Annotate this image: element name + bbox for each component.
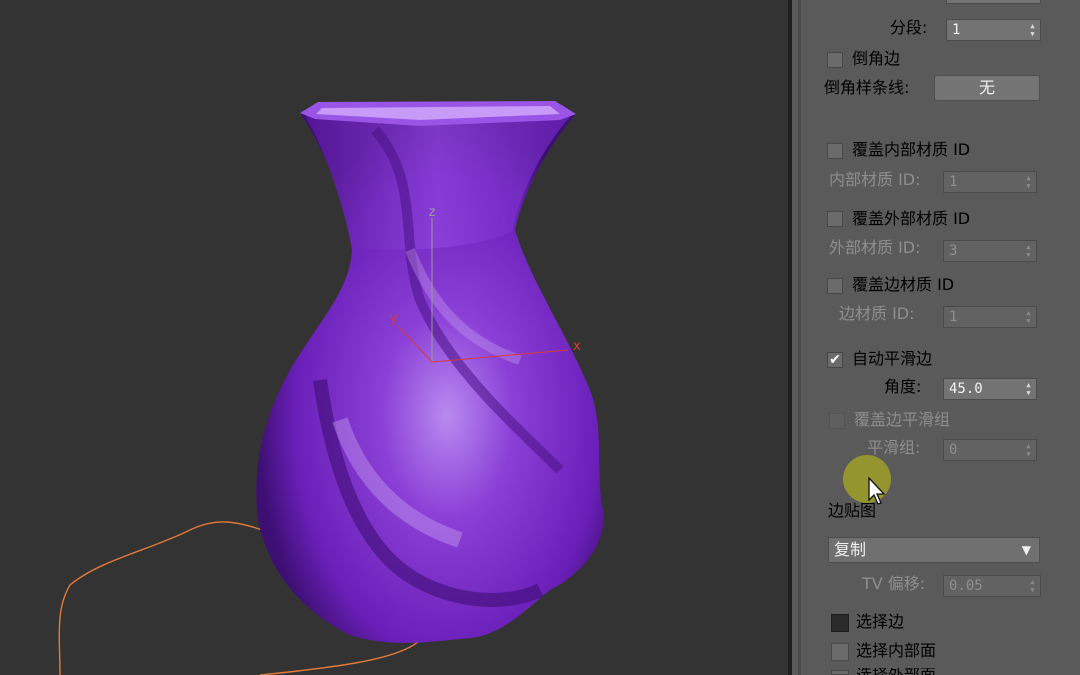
edge-mapping-selected: 复制 <box>834 540 867 559</box>
select-edges-swatch[interactable] <box>831 614 849 632</box>
spinner-arrows-icon[interactable]: ▲ ▼ <box>1028 22 1037 38</box>
select-edges-label[interactable]: 选择边 <box>856 612 904 632</box>
tv-offset-spinner[interactable]: 0.05 ▲ ▼ <box>943 575 1041 597</box>
override-edge-mat-label: 覆盖边材质 ID <box>852 275 955 294</box>
bevel-spline-button[interactable]: 无 <box>934 75 1040 101</box>
outer-mat-id-spinner[interactable]: 3 ▲ ▼ <box>943 240 1037 262</box>
inner-mat-id-label: 内部材质 ID: <box>829 170 921 189</box>
axis-y-label: y <box>390 311 398 326</box>
bevel-edge-checkbox[interactable] <box>827 52 843 68</box>
spinner-arrows-icon[interactable]: ▲ ▼ <box>1024 174 1033 190</box>
tv-offset-value: 0.05 <box>949 578 983 594</box>
axis-x-label: x <box>573 339 581 354</box>
spinner-arrows-icon[interactable]: ▲ ▼ <box>1024 381 1033 397</box>
angle-value: 45.0 <box>949 381 983 397</box>
edge-mat-id-value: 1 <box>949 309 958 325</box>
dropdown-arrow-icon: ▼ <box>1021 543 1031 557</box>
spinner-arrows-icon[interactable]: ▲ ▼ <box>1024 243 1033 259</box>
spinner-arrows-icon[interactable]: ▲ ▼ <box>1028 578 1037 594</box>
edge-mapping-dropdown[interactable]: 复制 ▼ <box>828 537 1040 563</box>
select-outer-swatch[interactable] <box>831 670 849 675</box>
tv-offset-label: TV 偏移: <box>862 574 926 593</box>
command-panel <box>792 0 1080 675</box>
override-edge-mat-checkbox[interactable] <box>827 278 843 294</box>
segments-label: 分段: <box>890 18 928 37</box>
angle-spinner[interactable]: 45.0 ▲ ▼ <box>943 378 1037 400</box>
auto-smooth-checkbox[interactable]: ✔ <box>827 352 843 368</box>
spinner-arrows-icon[interactable]: ▲ ▼ <box>1024 442 1033 458</box>
smooth-group-value: 0 <box>949 442 958 458</box>
override-inner-mat-checkbox[interactable] <box>827 143 843 159</box>
bevel-spline-label: 倒角样条线: <box>824 78 910 97</box>
override-smooth-group-label: 覆盖边平滑组 <box>854 410 951 429</box>
edge-mat-id-label: 边材质 ID: <box>839 304 915 323</box>
angle-label: 角度: <box>884 377 922 396</box>
auto-smooth-label: 自动平滑边 <box>852 349 933 368</box>
select-inner-swatch[interactable] <box>831 643 849 661</box>
outer-mat-id-label: 外部材质 ID: <box>829 238 921 257</box>
viewport-scene: z x y <box>58 101 604 675</box>
axis-z-label: z <box>429 205 436 220</box>
select-outer-label[interactable]: 选择外部面 <box>856 668 936 675</box>
edge-mapping-title: 边贴图 <box>828 501 877 520</box>
bevel-edge-label: 倒角边 <box>852 49 901 68</box>
spinner-arrows-icon[interactable]: ▲ ▼ <box>1024 309 1033 325</box>
override-smooth-group-checkbox[interactable] <box>829 413 845 429</box>
override-inner-mat-label: 覆盖内部材质 ID <box>852 140 971 159</box>
segments-value: 1 <box>952 22 961 38</box>
clipped-top-field[interactable] <box>946 0 1041 4</box>
select-inner-label[interactable]: 选择内部面 <box>856 641 936 661</box>
inner-mat-id-value: 1 <box>949 174 958 190</box>
override-outer-mat-label: 覆盖外部材质 ID <box>852 209 971 228</box>
3d-viewport[interactable]: z x y <box>0 0 788 675</box>
inner-mat-id-spinner[interactable]: 1 ▲ ▼ <box>943 171 1037 193</box>
smooth-group-label: 平滑组: <box>867 438 921 457</box>
override-outer-mat-checkbox[interactable] <box>827 211 843 227</box>
edge-mat-id-spinner[interactable]: 1 ▲ ▼ <box>943 306 1037 328</box>
smooth-group-spinner[interactable]: 0 ▲ ▼ <box>943 439 1037 461</box>
panel-scroll-edge[interactable] <box>798 0 801 675</box>
outer-mat-id-value: 3 <box>949 243 958 259</box>
segments-spinner[interactable]: 1 ▲ ▼ <box>946 19 1041 41</box>
